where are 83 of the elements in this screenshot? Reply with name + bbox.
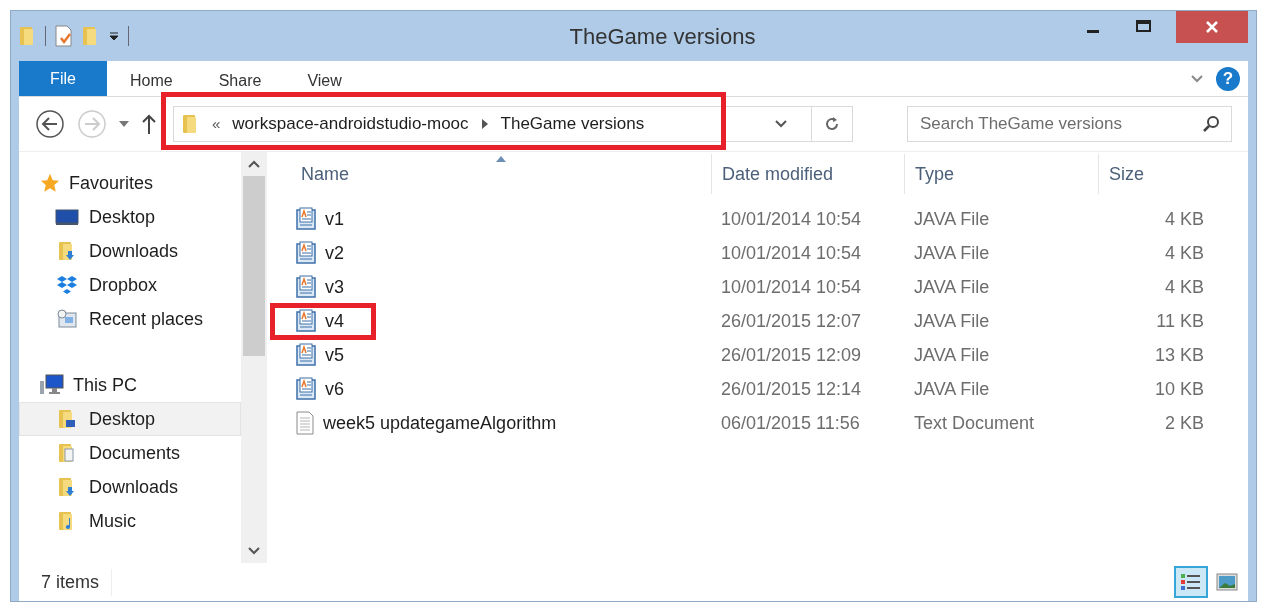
date-cell-text: 10/01/2014 10:54 — [720, 207, 863, 231]
properties-icon[interactable] — [54, 25, 74, 47]
java-file-icon — [295, 309, 317, 333]
address-bar[interactable]: « workspace-androidstudio-mooc TheGame versions — [173, 106, 853, 142]
date-cell-text: 26/01/2015 12:14 — [720, 377, 863, 401]
size-cell-text: 4 KB — [1163, 241, 1205, 265]
dropbox-icon — [56, 275, 78, 295]
column-header[interactable]: Size — [1098, 154, 1216, 194]
scrollbar[interactable] — [241, 152, 267, 563]
type-cell-text: JAVA File — [913, 343, 991, 367]
sort-arrow-icon — [496, 156, 506, 162]
size-cell-text: 4 KB — [1163, 207, 1205, 231]
type-cell-text: JAVA File — [913, 207, 991, 231]
type-cell-text: Text Document — [913, 411, 1036, 435]
size-cell-text: 10 KB — [1153, 377, 1205, 401]
search-icon — [1202, 115, 1220, 133]
file-tab[interactable]: File — [19, 61, 107, 96]
type-cell-text: JAVA File — [913, 377, 991, 401]
nav-item[interactable]: Desktop — [19, 200, 241, 234]
refresh-icon[interactable] — [824, 116, 840, 132]
date-cell-text: 10/01/2014 10:54 — [720, 275, 863, 299]
search-field[interactable]: Search TheGame versions — [907, 106, 1232, 142]
nav-group-header[interactable]: This PC — [19, 368, 241, 402]
file-item[interactable]: v4 — [270, 302, 376, 340]
type-cell-text: JAVA File — [913, 241, 991, 265]
address-dropdown-icon[interactable] — [775, 120, 787, 128]
nav-item[interactable]: Music — [19, 504, 241, 538]
type-cell-text: JAVA File — [913, 309, 991, 333]
date-cell-text: 26/01/2015 12:09 — [720, 343, 863, 367]
java-file-icon — [295, 275, 317, 299]
size-cell-text: 13 KB — [1153, 343, 1205, 367]
details-view-button[interactable] — [1174, 566, 1208, 598]
up-arrow-icon[interactable] — [141, 113, 157, 135]
date-cell-text: 06/01/2015 11:56 — [720, 411, 861, 435]
recent-dropdown-icon[interactable] — [119, 121, 129, 127]
breadcrumb-item[interactable]: TheGame versions — [500, 111, 645, 137]
desktop-folder-icon — [58, 409, 76, 429]
nav-item[interactable]: Downloads — [19, 470, 241, 504]
date-cell-text: 26/01/2015 12:07 — [720, 309, 863, 333]
expand-ribbon-icon[interactable] — [1190, 73, 1204, 84]
ribbon-tab[interactable]: Home — [107, 61, 196, 96]
close-button[interactable] — [1176, 11, 1248, 43]
star-icon — [39, 172, 61, 194]
window-title: TheGame versions — [569, 22, 756, 51]
dropdown-caret-icon[interactable] — [108, 30, 120, 42]
ribbon-tab[interactable]: Share — [195, 61, 285, 96]
item-count: 7 items — [41, 568, 113, 596]
java-file-icon — [295, 377, 317, 401]
scroll-down-icon[interactable] — [248, 547, 260, 555]
nav-item[interactable]: Recent places — [19, 302, 241, 336]
downloads-folder-icon — [58, 241, 76, 261]
size-cell-text: 2 KB — [1163, 411, 1205, 435]
back-icon[interactable] — [35, 109, 65, 139]
breadcrumb-arrow-icon[interactable] — [480, 119, 489, 129]
size-cell-text: 4 KB — [1163, 275, 1205, 299]
details-list-icon — [1180, 572, 1202, 592]
type-cell-text: JAVA File — [913, 275, 991, 299]
breadcrumb-item[interactable]: workspace-androidstudio-mooc — [232, 111, 469, 137]
close-icon — [1205, 20, 1219, 34]
landscape-picture-icon — [1216, 573, 1238, 591]
ribbon-tab[interactable]: View — [284, 61, 365, 96]
monitor-icon — [55, 208, 79, 226]
text-file-icon — [295, 411, 315, 435]
java-file-icon — [295, 343, 317, 367]
downloads-folder-icon — [58, 477, 76, 497]
address-overflow[interactable]: « — [212, 112, 221, 136]
computer-icon — [39, 374, 65, 396]
java-file-icon — [295, 241, 317, 265]
nav-item[interactable]: Dropbox — [19, 268, 241, 302]
column-header[interactable]: Type — [904, 154, 1098, 194]
help-button[interactable]: ? — [1216, 66, 1240, 91]
nav-item[interactable]: Documents — [19, 436, 241, 470]
column-header[interactable]: Name — [291, 154, 711, 194]
nav-group-header[interactable]: Favourites — [19, 166, 241, 200]
documents-folder-icon — [58, 443, 76, 463]
scroll-up-icon[interactable] — [248, 160, 260, 168]
java-file-icon — [295, 207, 317, 231]
recent-places-icon — [56, 309, 78, 329]
column-header[interactable]: Date modified — [711, 154, 904, 194]
size-cell-text: 11 KB — [1155, 309, 1205, 333]
nav-item[interactable]: Downloads — [19, 234, 241, 268]
date-cell-text: 10/01/2014 10:54 — [720, 241, 863, 265]
nav-item[interactable]: Desktop — [19, 402, 241, 436]
